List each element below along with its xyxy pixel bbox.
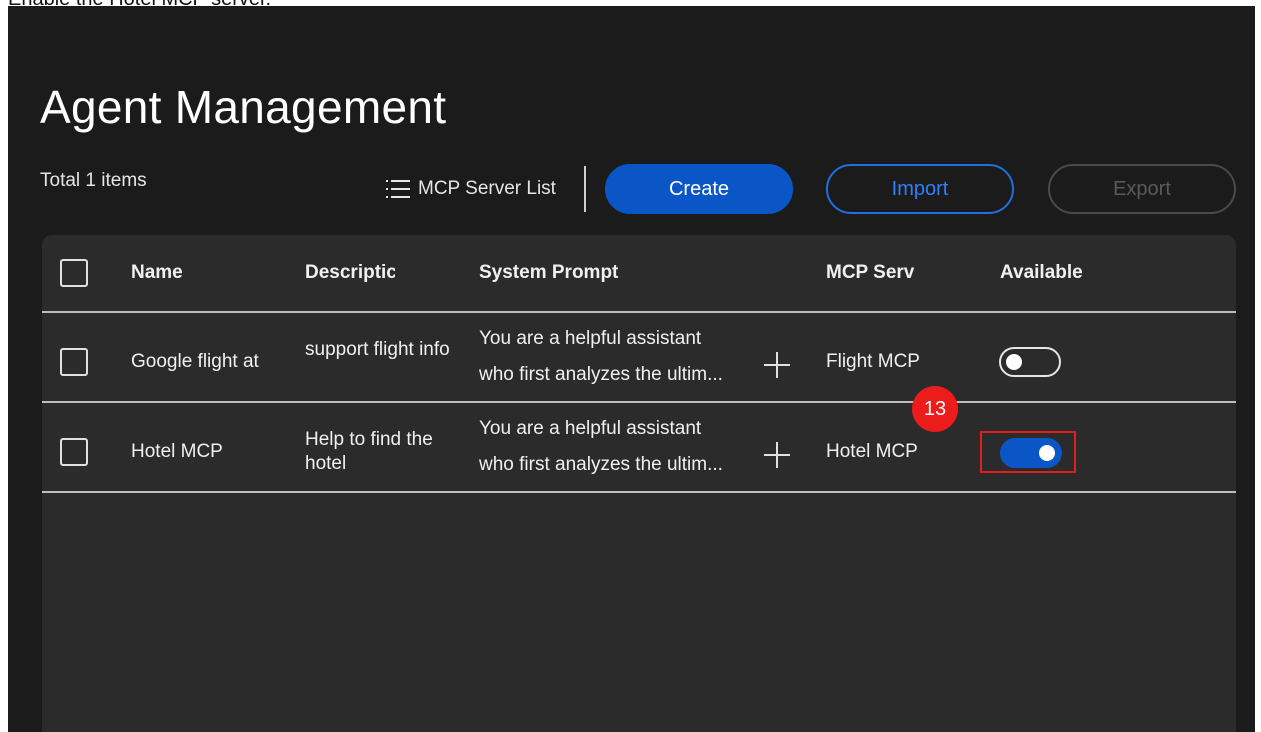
step-badge: 13 (912, 386, 958, 432)
column-header-name[interactable]: Name (131, 262, 281, 284)
agent-name: Hotel MCP (131, 441, 223, 462)
row-divider (42, 401, 1236, 403)
column-header-available[interactable]: Available (1000, 262, 1120, 284)
column-header-system-prompt[interactable]: System Prompt (479, 262, 779, 284)
column-header-description[interactable]: Descriptic (305, 262, 395, 284)
mcp-server-list-button[interactable]: MCP Server List (386, 174, 556, 204)
system-prompt-line-1: You are a helpful assistant (479, 418, 702, 439)
column-header-mcp-server[interactable]: MCP Serv (826, 262, 921, 284)
agent-description: support flight info (305, 339, 450, 360)
agent-mcp-server: Hotel MCP (826, 441, 918, 462)
expand-prompt-plus-icon[interactable] (764, 442, 790, 468)
row-checkbox[interactable] (60, 348, 88, 376)
system-prompt-line-1: You are a helpful assistant (479, 328, 702, 349)
row-checkbox[interactable] (60, 438, 88, 466)
page-title: Agent Management (40, 81, 447, 133)
system-prompt-line-2: who first analyzes the ultim... (479, 454, 723, 475)
agents-table: Name Descriptic System Prompt MCP Serv A… (42, 235, 1236, 732)
create-button[interactable]: Create (605, 164, 793, 214)
total-items-count: Total 1 items (40, 170, 147, 191)
toggle-knob (1006, 354, 1022, 370)
available-toggle-off[interactable] (999, 347, 1061, 377)
toggle-knob (1039, 445, 1055, 461)
list-icon (386, 179, 410, 199)
agent-description: Help to find the hotel (305, 429, 433, 474)
agent-name: Google flight at (131, 351, 259, 372)
export-button[interactable]: Export (1048, 164, 1236, 214)
import-button[interactable]: Import (826, 164, 1014, 214)
agent-mcp-server: Flight MCP (826, 351, 920, 372)
available-toggle-on[interactable] (1000, 438, 1062, 468)
toolbar-divider (584, 166, 586, 212)
system-prompt-line-2: who first analyzes the ultim... (479, 364, 723, 385)
mcp-server-list-label: MCP Server List (418, 178, 556, 199)
row-divider (42, 491, 1236, 493)
header-divider (42, 311, 1236, 313)
select-all-checkbox[interactable] (60, 259, 88, 287)
agent-management-app: Agent Management Total 1 items MCP Serve… (8, 6, 1255, 732)
expand-prompt-plus-icon[interactable] (764, 352, 790, 378)
